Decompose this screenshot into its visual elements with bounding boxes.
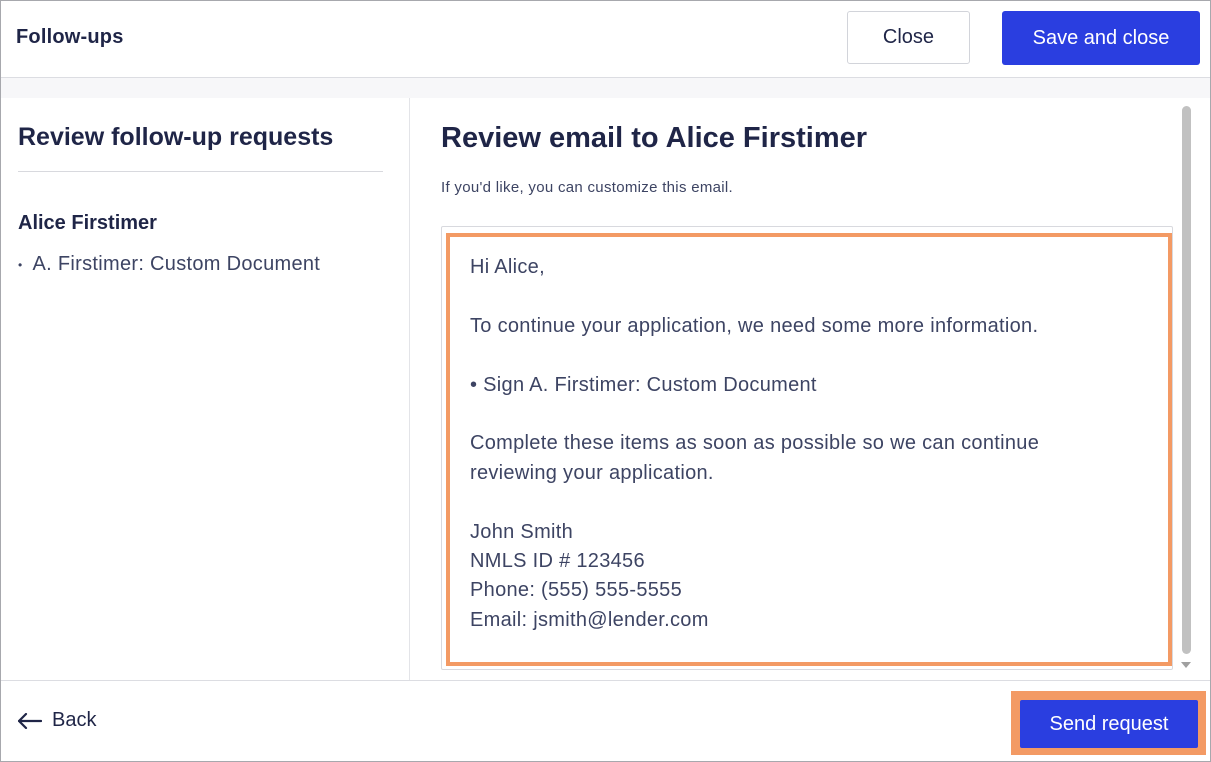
request-item-label: A. Firstimer: Custom Document	[32, 253, 321, 275]
close-button[interactable]: Close	[847, 11, 970, 64]
email-request-item: • Sign A. Firstimer: Custom Document	[470, 373, 817, 396]
header-subbar	[1, 78, 1210, 98]
signature-name: John Smith	[470, 520, 574, 543]
dialog-header: Follow-ups Close Save and close	[1, 1, 1210, 78]
signature-nmls: NMLS ID # 123456	[470, 550, 645, 572]
dialog-footer: Back Send request	[1, 680, 1210, 761]
email-closing-line-2: reviewing your application.	[470, 461, 714, 484]
send-request-highlight: Send request	[1011, 691, 1206, 755]
follow-up-requests-panel: Review follow-up requests Alice Firstime…	[1, 98, 410, 680]
email-review-panel: Review email to Alice Firstimer If you'd…	[410, 98, 1210, 680]
scroll-down-arrow-icon[interactable]	[1181, 662, 1191, 668]
back-label: Back	[52, 709, 97, 731]
email-body[interactable]: Hi Alice, To continue your application, …	[470, 253, 1150, 635]
back-button[interactable]: Back	[18, 709, 96, 732]
borrower-name[interactable]: Alice Firstimer	[18, 212, 157, 235]
request-list-item[interactable]: • A. Firstimer: Custom Document	[18, 253, 320, 276]
signature-phone: Phone: (555) 555-5555	[470, 579, 683, 602]
email-greeting: Hi Alice,	[470, 256, 545, 278]
dialog-title: Follow-ups	[16, 26, 124, 48]
signature-email: Email: jsmith@lender.com	[470, 608, 709, 631]
divider	[18, 171, 383, 172]
email-review-heading: Review email to Alice Firstimer	[441, 122, 868, 154]
email-intro: To continue your application, we need so…	[470, 314, 1039, 337]
email-review-subtext: If you'd like, you can customize this em…	[441, 179, 734, 196]
arrow-left-icon	[18, 712, 42, 729]
email-closing-line-1: Complete these items as soon as possible…	[470, 432, 1040, 455]
follow-ups-dialog: Follow-ups Close Save and close Review f…	[0, 0, 1211, 762]
send-request-button[interactable]: Send request	[1020, 700, 1198, 748]
bullet-icon: •	[18, 257, 23, 272]
requests-heading: Review follow-up requests	[18, 123, 334, 151]
email-editor[interactable]: Hi Alice, To continue your application, …	[446, 233, 1172, 666]
save-and-close-button[interactable]: Save and close	[1002, 11, 1200, 65]
scrollbar-thumb[interactable]	[1182, 106, 1191, 654]
scrollbar[interactable]	[1178, 102, 1194, 677]
